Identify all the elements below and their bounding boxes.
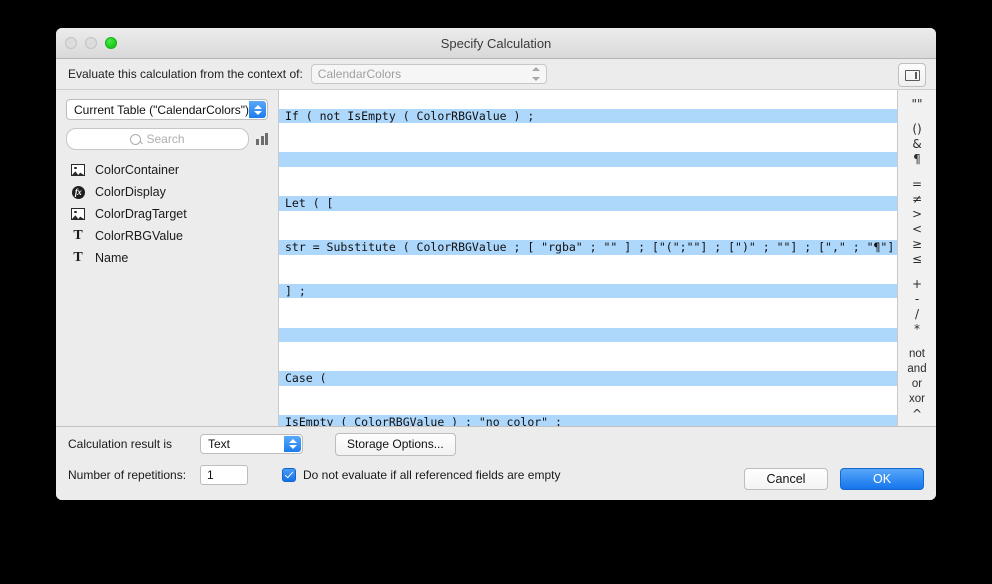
calculation-field-icon: fx	[70, 185, 86, 199]
no-evaluate-checkbox-wrap[interactable]: Do not evaluate if all referenced fields…	[282, 468, 560, 482]
dialog-footer: Calculation result is Text Storage Optio…	[56, 426, 936, 500]
field-list[interactable]: ColorContainer fx ColorDisplay ColorDrag…	[66, 159, 268, 426]
operator-minus[interactable]: -	[898, 292, 936, 307]
formula-line: ] ;	[279, 283, 897, 299]
container-field-icon	[70, 163, 86, 177]
operator-quote[interactable]: ""	[898, 97, 936, 112]
list-item[interactable]: ColorContainer	[66, 159, 268, 181]
text-field-icon: T	[73, 250, 83, 265]
text-field-icon: T	[73, 228, 83, 243]
context-label: Evaluate this calculation from the conte…	[68, 67, 303, 81]
operator-not[interactable]: not	[898, 347, 936, 362]
no-evaluate-label: Do not evaluate if all referenced fields…	[303, 468, 561, 482]
formula-line: IsEmpty ( ColorRBGValue ) ; "no color" ;	[279, 415, 897, 426]
container-field-icon	[70, 207, 86, 221]
field-panel: Current Table ("CalendarColors") Search …	[56, 90, 279, 426]
field-name: ColorDragTarget	[95, 207, 187, 221]
context-dropdown-value: CalendarColors	[317, 67, 402, 81]
cancel-button[interactable]: Cancel	[744, 468, 828, 490]
result-type-value: Text	[208, 437, 231, 451]
panel-toggle-icon	[904, 69, 920, 81]
bar-chart-icon[interactable]	[256, 133, 268, 145]
window-title: Specify Calculation	[440, 35, 552, 51]
operator-divide[interactable]: /	[898, 307, 936, 322]
search-row: Search	[66, 128, 268, 150]
list-item[interactable]: T ColorRBGValue	[66, 225, 268, 247]
result-label: Calculation result is	[68, 437, 173, 451]
panel-toggle-button[interactable]	[898, 63, 926, 87]
operator-not-equals[interactable]: ≠	[898, 192, 936, 207]
operator-greater-than[interactable]: >	[898, 207, 936, 222]
context-dropdown[interactable]: CalendarColors	[310, 64, 547, 84]
operator-equals[interactable]: =	[898, 177, 936, 192]
list-item[interactable]: T Name	[66, 247, 268, 269]
operator-or[interactable]: or	[898, 377, 936, 392]
operator-greater-equal[interactable]: ≥	[898, 237, 936, 252]
field-name: ColorContainer	[95, 163, 180, 177]
repetitions-input[interactable]: 1	[200, 465, 248, 485]
search-input[interactable]: Search	[66, 128, 249, 150]
list-item[interactable]: fx ColorDisplay	[66, 181, 268, 203]
operator-less-than[interactable]: <	[898, 222, 936, 237]
chevron-updown-icon	[532, 67, 541, 81]
formula-text[interactable]: If ( not IsEmpty ( ColorRBGValue ) ; Let…	[279, 90, 897, 426]
field-name: Name	[95, 251, 129, 265]
zoom-button[interactable]	[105, 37, 117, 49]
dialog-body: Current Table ("CalendarColors") Search …	[56, 89, 936, 426]
search-placeholder: Search	[146, 132, 185, 146]
operator-palette: "" () & ¶ = ≠ > < ≥ ≤ + - / * not and or…	[897, 90, 936, 426]
table-source-dropdown[interactable]: Current Table ("CalendarColors")	[66, 99, 268, 120]
operator-plus[interactable]: +	[898, 277, 936, 292]
search-icon	[130, 133, 142, 145]
operator-pilcrow[interactable]: ¶	[898, 152, 936, 167]
operator-multiply[interactable]: *	[898, 322, 936, 337]
formula-line: If ( not IsEmpty ( ColorRBGValue ) ;	[279, 108, 897, 124]
operator-and[interactable]: and	[898, 362, 936, 377]
storage-options-button[interactable]: Storage Options...	[335, 432, 456, 456]
operator-xor[interactable]: xor	[898, 392, 936, 407]
operator-parens[interactable]: ()	[898, 122, 936, 137]
formula-line: Case (	[279, 371, 897, 386]
context-row: Evaluate this calculation from the conte…	[56, 59, 936, 89]
ok-button[interactable]: OK	[840, 468, 924, 490]
title-bar: Specify Calculation	[56, 28, 936, 59]
list-item[interactable]: ColorDragTarget	[66, 203, 268, 225]
close-button[interactable]	[65, 37, 77, 49]
chevron-updown-icon	[284, 436, 301, 452]
formula-line: Let ( [	[279, 196, 897, 211]
repetitions-label: Number of repetitions:	[68, 468, 187, 482]
formula-editor[interactable]: If ( not IsEmpty ( ColorRBGValue ) ; Let…	[279, 90, 897, 426]
traffic-lights	[65, 37, 117, 49]
no-evaluate-checkbox[interactable]	[282, 468, 296, 482]
formula-line	[279, 327, 897, 343]
dialog-buttons: Cancel OK	[744, 468, 924, 490]
field-name: ColorDisplay	[95, 185, 166, 199]
formula-line	[279, 152, 897, 167]
chevron-updown-icon	[249, 101, 266, 118]
table-source-value: Current Table ("CalendarColors")	[74, 102, 250, 117]
operator-ampersand[interactable]: &	[898, 137, 936, 152]
operator-less-equal[interactable]: ≤	[898, 252, 936, 267]
operator-exponent[interactable]: ^	[898, 407, 936, 422]
minimize-button[interactable]	[85, 37, 97, 49]
field-name: ColorRBGValue	[95, 229, 184, 243]
specify-calculation-dialog: Specify Calculation Evaluate this calcul…	[56, 28, 936, 500]
result-type-dropdown[interactable]: Text	[200, 434, 303, 454]
formula-line: str = Substitute ( ColorRBGValue ; [ "rg…	[279, 239, 897, 255]
result-row: Calculation result is Text Storage Optio…	[68, 430, 924, 458]
